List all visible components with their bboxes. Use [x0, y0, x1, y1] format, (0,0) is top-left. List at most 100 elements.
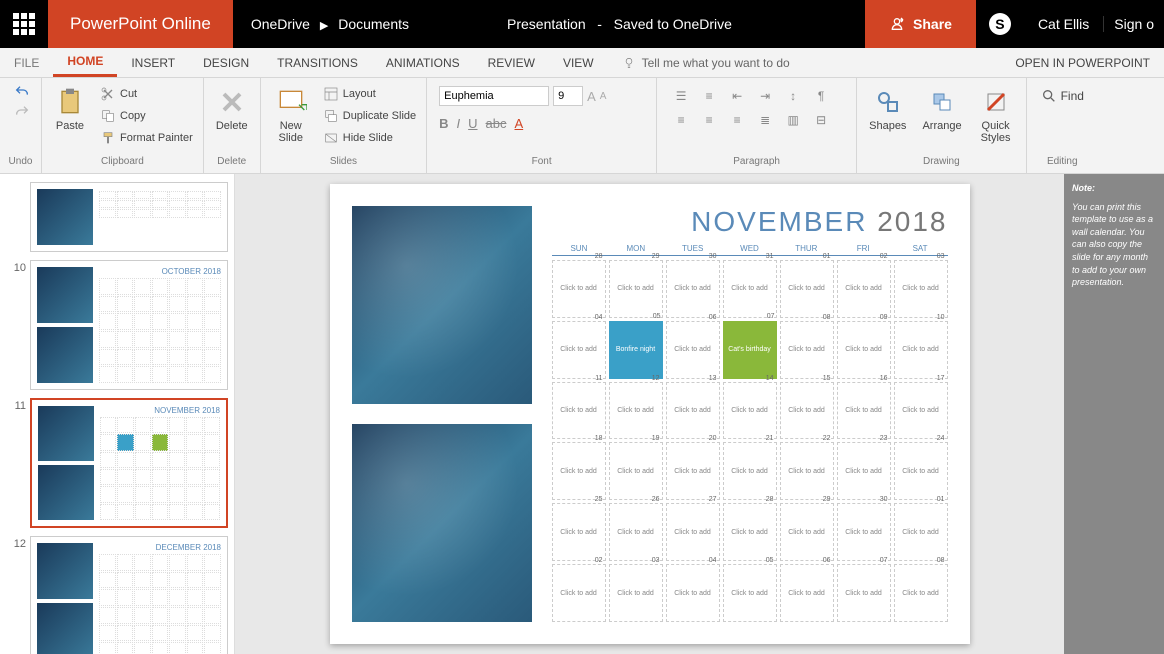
calendar-day[interactable]: 03Click to add: [894, 260, 948, 318]
calendar-day[interactable]: 16Click to add: [837, 382, 891, 440]
bullets-button[interactable]: ☰: [676, 89, 687, 103]
underline-button[interactable]: U: [468, 116, 477, 131]
calendar-day[interactable]: 24Click to add: [894, 442, 948, 500]
calendar-day[interactable]: 09Click to add: [837, 321, 891, 379]
calendar-day[interactable]: 01Click to add: [780, 260, 834, 318]
slide-canvas[interactable]: NOVEMBER 2018 SUNMONTUESWEDTHURFRISAT 28…: [235, 174, 1064, 654]
calendar-day[interactable]: 05Click to add: [723, 564, 777, 622]
calendar-day[interactable]: 27Click to add: [666, 503, 720, 561]
calendar-day[interactable]: 12Click to add: [609, 382, 663, 440]
slide-thumbnail-10[interactable]: 10 OCTOBER 2018: [0, 256, 234, 394]
calendar-day[interactable]: 01Click to add: [894, 503, 948, 561]
breadcrumb-folder[interactable]: Documents: [338, 16, 409, 32]
line-spacing-button[interactable]: ↕: [790, 89, 796, 103]
calendar-day[interactable]: 28Click to add: [552, 260, 606, 318]
app-launcher-icon[interactable]: [0, 0, 48, 48]
calendar-day[interactable]: 08Click to add: [780, 321, 834, 379]
sign-out-link[interactable]: Sign o: [1103, 16, 1164, 32]
calendar-day[interactable]: 14Click to add: [723, 382, 777, 440]
columns-button[interactable]: ▥: [787, 113, 798, 127]
calendar-title[interactable]: NOVEMBER 2018: [552, 206, 948, 238]
skype-icon[interactable]: S: [976, 0, 1024, 48]
slide-thumbnail-partial[interactable]: [0, 178, 234, 256]
calendar-day[interactable]: 06Click to add: [666, 321, 720, 379]
duplicate-slide-button[interactable]: Duplicate Slide: [319, 106, 420, 126]
calendar-day[interactable]: 17Click to add: [894, 382, 948, 440]
calendar-day[interactable]: 29Click to add: [609, 260, 663, 318]
calendar-day[interactable]: 31Click to add: [723, 260, 777, 318]
open-in-powerpoint-link[interactable]: OPEN IN POWERPOINT: [1001, 48, 1164, 77]
delete-button[interactable]: Delete: [210, 84, 254, 134]
slide-image-top[interactable]: [352, 206, 532, 404]
calendar-day[interactable]: 30Click to add: [666, 260, 720, 318]
calendar-day[interactable]: 03Click to add: [609, 564, 663, 622]
calendar-day[interactable]: 15Click to add: [780, 382, 834, 440]
decrease-indent-button[interactable]: ⇤: [732, 89, 742, 103]
calendar-day[interactable]: 04Click to add: [666, 564, 720, 622]
italic-button[interactable]: I: [457, 116, 461, 131]
calendar-day[interactable]: 10Click to add: [894, 321, 948, 379]
arrange-button[interactable]: Arrange: [916, 84, 967, 134]
share-button[interactable]: Share: [865, 0, 976, 48]
slide-thumbnail-11[interactable]: 11 NOVEMBER 2018: [0, 394, 234, 532]
align-center-button[interactable]: ≡: [706, 113, 713, 127]
align-left-button[interactable]: ≡: [678, 113, 685, 127]
strikethrough-button[interactable]: abc: [486, 116, 507, 131]
calendar-day[interactable]: 05Bonfire night: [609, 321, 663, 379]
text-direction-button[interactable]: ¶: [818, 89, 824, 103]
calendar-day[interactable]: 20Click to add: [666, 442, 720, 500]
calendar-day[interactable]: 30Click to add: [837, 503, 891, 561]
align-text-button[interactable]: ⊟: [816, 113, 826, 127]
tab-insert[interactable]: INSERT: [117, 48, 189, 77]
document-name[interactable]: Presentation: [507, 16, 586, 32]
slide-content[interactable]: NOVEMBER 2018 SUNMONTUESWEDTHURFRISAT 28…: [330, 184, 970, 644]
numbering-button[interactable]: ≡: [706, 89, 713, 103]
calendar-day[interactable]: 22Click to add: [780, 442, 834, 500]
calendar-day[interactable]: 06Click to add: [780, 564, 834, 622]
tab-review[interactable]: REVIEW: [474, 48, 549, 77]
tab-file[interactable]: FILE: [0, 48, 53, 77]
slide-image-bottom[interactable]: [352, 424, 532, 622]
thumbnail-panel[interactable]: 10 OCTOBER 2018 11 NOVEMBER 2018 12 DECE…: [0, 174, 235, 654]
tab-animations[interactable]: ANIMATIONS: [372, 48, 474, 77]
grow-font-icon[interactable]: A: [587, 89, 596, 104]
new-slide-button[interactable]: New Slide: [267, 84, 315, 146]
tell-me-search[interactable]: Tell me what you want to do: [608, 48, 804, 77]
tab-transitions[interactable]: TRANSITIONS: [263, 48, 372, 77]
calendar-day[interactable]: 02Click to add: [837, 260, 891, 318]
calendar-day[interactable]: 29Click to add: [780, 503, 834, 561]
calendar-day[interactable]: 19Click to add: [609, 442, 663, 500]
calendar-day[interactable]: 21Click to add: [723, 442, 777, 500]
font-family-input[interactable]: [439, 86, 549, 106]
breadcrumb-root[interactable]: OneDrive: [251, 16, 310, 32]
calendar-day[interactable]: 04Click to add: [552, 321, 606, 379]
calendar-day[interactable]: 13Click to add: [666, 382, 720, 440]
font-size-input[interactable]: [553, 86, 583, 106]
tab-design[interactable]: DESIGN: [189, 48, 263, 77]
tab-home[interactable]: HOME: [53, 48, 117, 77]
calendar-day[interactable]: 25Click to add: [552, 503, 606, 561]
bold-button[interactable]: B: [439, 116, 448, 131]
calendar-day[interactable]: 23Click to add: [837, 442, 891, 500]
slide-images[interactable]: [352, 206, 532, 622]
calendar-day[interactable]: 02Click to add: [552, 564, 606, 622]
calendar-day[interactable]: 28Click to add: [723, 503, 777, 561]
increase-indent-button[interactable]: ⇥: [760, 89, 770, 103]
align-right-button[interactable]: ≡: [734, 113, 741, 127]
undo-icon[interactable]: [14, 84, 30, 100]
breadcrumb[interactable]: OneDrive ▶ Documents: [233, 16, 427, 32]
find-button[interactable]: Find: [1033, 84, 1092, 108]
calendar-day[interactable]: 11Click to add: [552, 382, 606, 440]
calendar-day[interactable]: 07Click to add: [837, 564, 891, 622]
font-color-button[interactable]: A: [515, 116, 524, 131]
shapes-button[interactable]: Shapes: [863, 84, 912, 134]
copy-button[interactable]: Copy: [96, 106, 197, 126]
paste-button[interactable]: Paste: [48, 84, 92, 134]
justify-button[interactable]: ≣: [760, 113, 770, 127]
tab-view[interactable]: VIEW: [549, 48, 608, 77]
user-name[interactable]: Cat Ellis: [1024, 16, 1103, 32]
cut-button[interactable]: Cut: [96, 84, 197, 104]
slide-thumbnail-12[interactable]: 12 DECEMBER 2018: [0, 532, 234, 654]
layout-button[interactable]: Layout: [319, 84, 420, 104]
calendar-day[interactable]: 26Click to add: [609, 503, 663, 561]
